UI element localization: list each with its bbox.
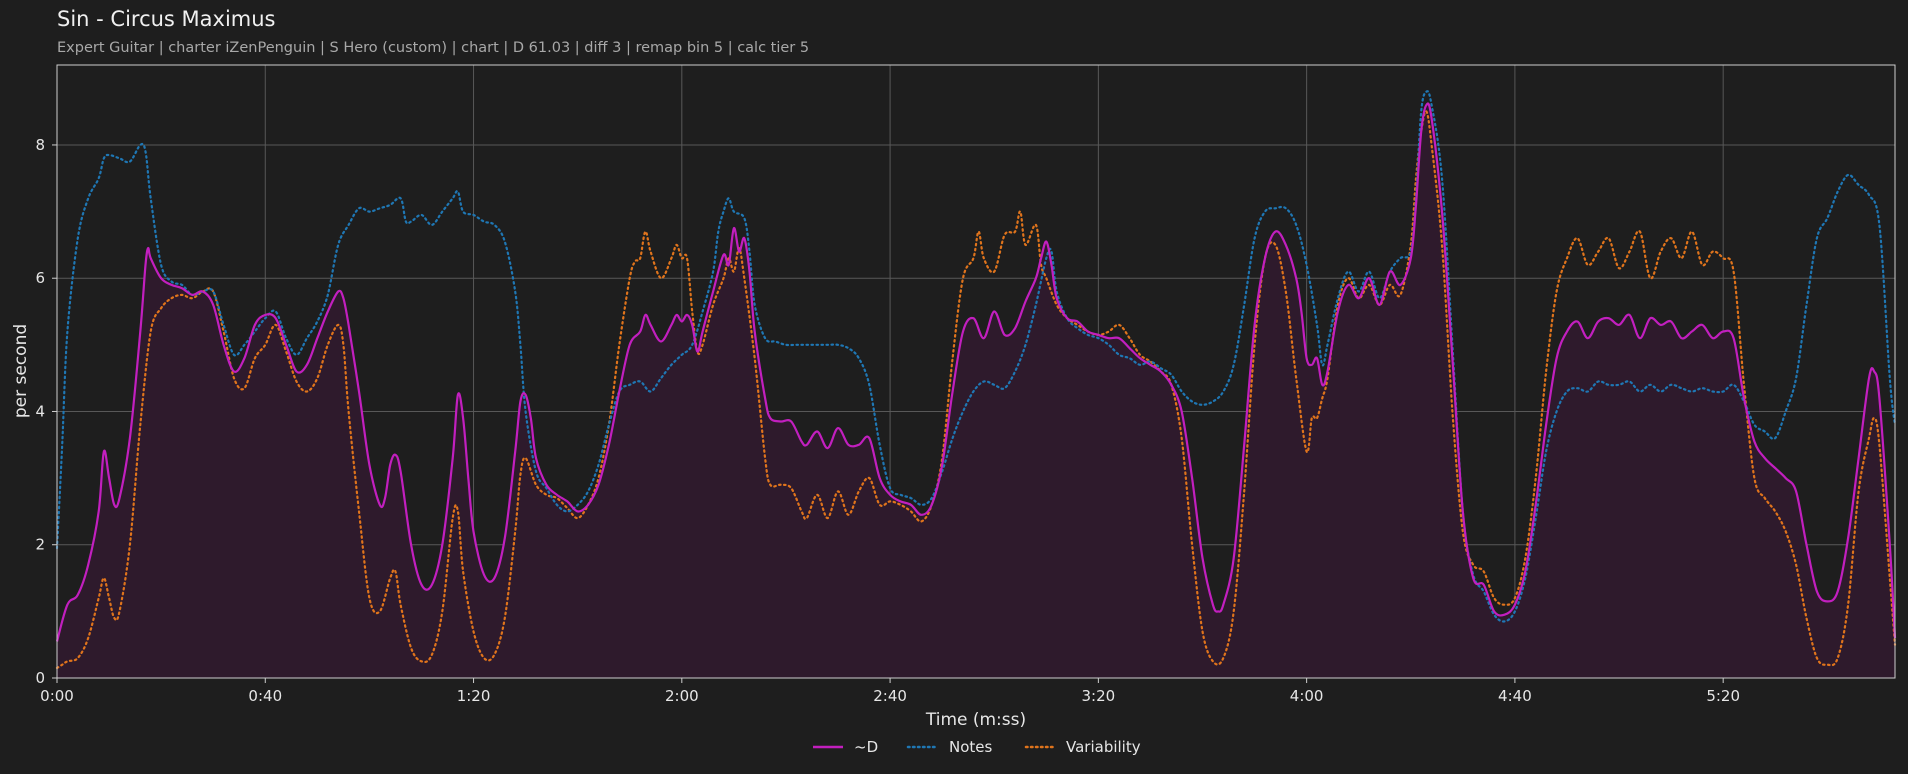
y-tick-label: 0 [35, 669, 45, 687]
y-axis-label: per second [11, 324, 31, 418]
chart: 0:00 0:40 1:20 2:00 2:40 3:20 4:00 4:40 5:20 0 2 4 6… [11, 64, 1897, 756]
x-tick-label: 3:20 [1082, 687, 1116, 705]
x-tick-label: 4:00 [1290, 687, 1324, 705]
y-tick-label: 8 [35, 136, 45, 154]
x-tick-label: 5:20 [1706, 687, 1740, 705]
x-tick-label: 2:40 [873, 687, 907, 705]
x-axis-label: Time (m:ss) [925, 710, 1026, 730]
y-tick-label: 2 [35, 536, 45, 554]
x-tick-label: 1:20 [457, 687, 491, 705]
x-tick-label: 0:00 [40, 687, 74, 705]
y-tick-label: 4 [35, 402, 45, 420]
legend: ~D Notes Variability [813, 738, 1141, 756]
y-tick-label: 6 [35, 269, 45, 287]
legend-label-notes: Notes [949, 738, 993, 756]
legend-label-variability: Variability [1066, 738, 1141, 756]
x-tick-label: 4:40 [1498, 687, 1532, 705]
legend-label-d: ~D [854, 738, 878, 756]
x-tick-label: 2:00 [665, 687, 699, 705]
x-tick-label: 0:40 [248, 687, 282, 705]
